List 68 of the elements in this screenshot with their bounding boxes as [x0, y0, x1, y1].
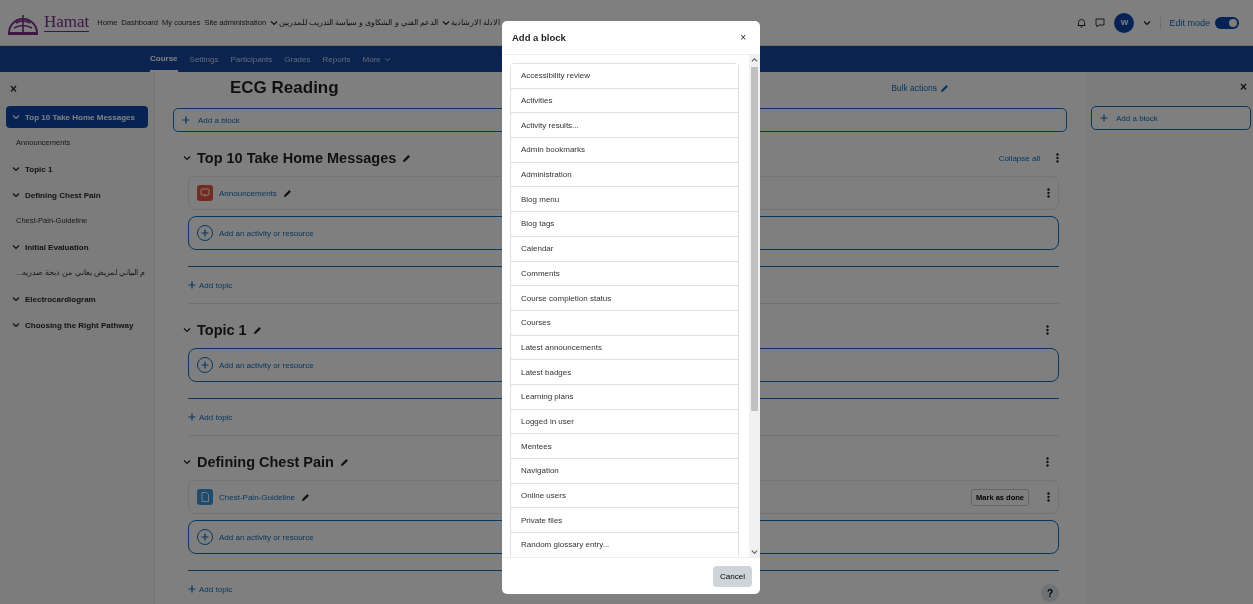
add-topic-link[interactable]: Add topic — [188, 584, 233, 594]
collapse-all-link[interactable]: Collapse all — [998, 153, 1040, 163]
close-button[interactable]: × — [1236, 80, 1251, 94]
chevron-icon — [12, 296, 20, 302]
add-topic-link[interactable]: Add topic — [188, 412, 233, 422]
pencil-icon[interactable] — [301, 492, 311, 502]
nav-tab[interactable]: More — [362, 46, 391, 72]
plus-icon — [188, 585, 196, 593]
course-index-section[interactable]: Choosing the Right Pathway — [6, 314, 148, 336]
pencil-icon — [940, 83, 949, 93]
add-topic-link[interactable]: Add topic — [188, 280, 233, 290]
scroll-up-icon[interactable] — [751, 57, 758, 63]
chevron-icon — [12, 166, 20, 172]
course-index-section[interactable]: Defining Chest Pain — [6, 184, 148, 206]
chevron-icon — [12, 244, 20, 250]
dialog-title: Add a block — [512, 32, 566, 43]
course-title: ECG Reading — [230, 78, 339, 98]
forum-icon — [197, 185, 213, 201]
bulk-actions-link[interactable]: Bulk actions — [885, 82, 955, 94]
pencil-icon[interactable] — [402, 153, 412, 163]
pencil-icon[interactable] — [282, 188, 292, 198]
pencil-icon[interactable] — [339, 457, 349, 467]
more-icon[interactable] — [1047, 492, 1050, 502]
nav-tab[interactable]: Reports — [322, 46, 351, 72]
close-button[interactable]: × — [736, 32, 750, 43]
section-title: Top 10 Take Home Messages — [197, 150, 397, 166]
block-option[interactable]: Accessibility review — [511, 64, 738, 89]
add-block-button[interactable]: Add a block — [1091, 106, 1251, 130]
notification-icon[interactable] — [1077, 17, 1087, 28]
course-index-section[interactable]: Top 10 Take Home Messages — [6, 106, 148, 128]
chevron-icon — [12, 192, 20, 198]
course-index-section[interactable]: Electrocardiogram — [6, 288, 148, 310]
cancel-button[interactable]: Cancel — [713, 565, 752, 587]
plus-icon — [201, 229, 209, 237]
caret-icon — [270, 19, 279, 26]
caret-icon — [1143, 19, 1152, 26]
more-icon[interactable] — [1047, 188, 1050, 198]
chevron-icon — [12, 114, 20, 120]
chevron-icon — [12, 322, 20, 328]
pencil-icon[interactable] — [252, 325, 262, 335]
scrollbar[interactable] — [749, 55, 760, 557]
activity-link[interactable]: Announcements — [219, 188, 277, 198]
nav-tab[interactable]: Grades — [284, 46, 311, 72]
plus-icon — [188, 413, 196, 421]
nav-tab[interactable]: Settings — [189, 46, 219, 72]
caret-icon — [441, 19, 450, 26]
section-title: Defining Chest Pain — [197, 454, 334, 470]
user-avatar[interactable]: W — [1114, 12, 1135, 33]
more-icon[interactable] — [1046, 457, 1049, 467]
nav-tab[interactable]: Participants — [230, 46, 273, 72]
plus-icon — [188, 281, 196, 289]
chat-icon[interactable] — [1095, 17, 1106, 28]
close-button[interactable]: × — [6, 82, 21, 96]
course-index-section[interactable]: Initial Evaluation — [6, 236, 148, 258]
course-index-section[interactable]: Topic 1 — [6, 158, 148, 180]
plus-icon — [201, 533, 209, 541]
document-icon — [197, 489, 213, 505]
logo-text[interactable]: Hamat — [44, 13, 90, 32]
plus-icon — [182, 116, 190, 124]
edit-mode-toggle[interactable] — [1215, 16, 1239, 29]
plus-icon — [201, 361, 209, 369]
plus-icon — [1100, 114, 1108, 122]
more-icon[interactable] — [1046, 325, 1049, 335]
more-icon[interactable] — [1056, 153, 1059, 163]
edit-mode-label: Edit mode — [1169, 17, 1210, 28]
section-title: Topic 1 — [197, 322, 247, 338]
scroll-down-icon[interactable] — [751, 549, 758, 555]
activity-link[interactable]: Chest-Pain-Guideline — [219, 492, 296, 502]
